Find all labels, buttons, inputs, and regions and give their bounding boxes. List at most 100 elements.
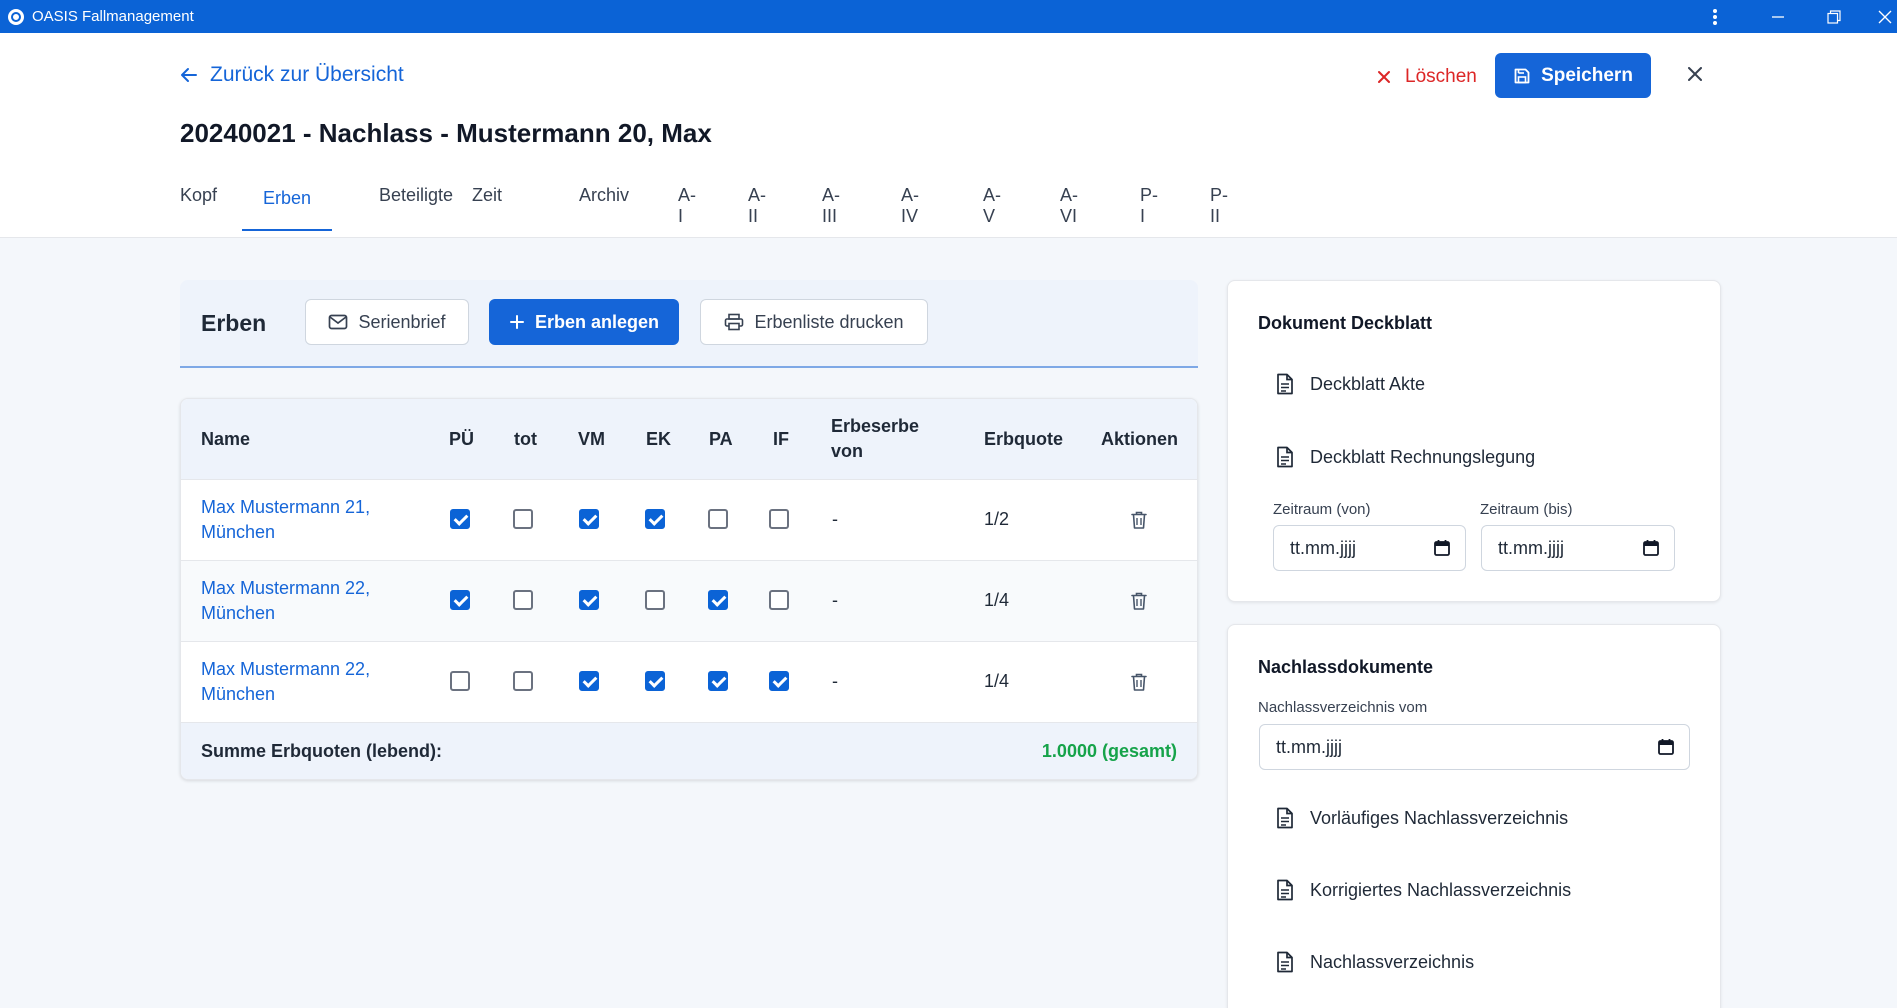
zeitraum-von-label: Zeitraum (von) <box>1273 501 1371 518</box>
zeitraum-bis-input[interactable]: tt.mm.jjjj <box>1481 525 1675 571</box>
heir-city: München <box>201 684 276 704</box>
tab-p-i[interactable]: P-I <box>1140 181 1158 231</box>
tab-p-ii[interactable]: P-II <box>1210 181 1228 231</box>
calendar-icon[interactable] <box>1642 539 1660 557</box>
column-header-erbeserbe: Erbeserbe <box>831 416 920 436</box>
add-erben-label: Erben anlegen <box>534 311 660 332</box>
calendar-icon[interactable] <box>1657 738 1675 756</box>
checkbox-if[interactable] <box>769 671 789 691</box>
close-icon <box>1378 71 1390 83</box>
mail-icon <box>329 314 348 330</box>
deckblatt-akte-label: Deckblatt Akte <box>1310 373 1426 394</box>
more-vertical-icon[interactable] <box>1685 0 1745 33</box>
heir-name-link[interactable]: Max Mustermann 22, München <box>201 576 401 626</box>
checkbox-pa[interactable] <box>708 509 728 529</box>
deckblatt-heading: Dokument Deckblatt <box>1258 313 1433 333</box>
checkbox-ek[interactable] <box>645 590 665 610</box>
save-button[interactable]: Speichern <box>1495 53 1651 98</box>
column-header-tot: tot <box>514 429 537 449</box>
tab-kopf[interactable]: Kopf <box>180 181 217 231</box>
print-erbenliste-label: Erbenliste drucken <box>754 311 904 332</box>
vorlaeufiges-nachlassverzeichnis-link[interactable]: Vorläufiges Nachlassverzeichnis <box>1276 807 1568 829</box>
column-header-pa: PA <box>709 429 733 449</box>
checkbox-if[interactable] <box>769 509 789 529</box>
checkbox-vm[interactable] <box>579 671 599 691</box>
save-button-label: Speichern <box>1541 64 1633 86</box>
nachlassverzeichnis-date-input[interactable]: tt.mm.jjjj <box>1259 724 1690 770</box>
korrigiertes-nachlassverzeichnis-link[interactable]: Korrigiertes Nachlassverzeichnis <box>1276 879 1571 901</box>
checkbox-tot[interactable] <box>513 671 533 691</box>
heir-name-link[interactable]: Max Mustermann 22, München <box>201 657 401 707</box>
calendar-icon[interactable] <box>1433 539 1451 557</box>
heir-name-link[interactable]: Max Mustermann 21, München <box>201 495 401 545</box>
tab-a-v[interactable]: A-V <box>983 181 1001 231</box>
heir-city: München <box>201 603 276 623</box>
checkbox-pu[interactable] <box>450 671 470 691</box>
checkbox-tot[interactable] <box>513 590 533 610</box>
tab-a-iv[interactable]: A-IV <box>901 181 919 231</box>
checkbox-pu[interactable] <box>450 590 470 610</box>
arrow-left-icon <box>181 68 197 82</box>
tab-a-iii[interactable]: A-III <box>822 181 840 231</box>
nachlassdokumente-card: Nachlassdokumente Nachlassverzeichnis vo… <box>1227 624 1721 1008</box>
minimize-icon[interactable] <box>1748 0 1808 33</box>
zeitraum-von-value: tt.mm.jjjj <box>1290 537 1356 558</box>
checkbox-tot[interactable] <box>513 509 533 529</box>
tab-a-vi[interactable]: A-VI <box>1060 181 1078 231</box>
checkbox-pu[interactable] <box>450 509 470 529</box>
zeitraum-von-input[interactable]: tt.mm.jjjj <box>1273 525 1466 571</box>
checkbox-if[interactable] <box>769 590 789 610</box>
erbquote-value: 1/4 <box>984 590 1010 610</box>
heir-name: Max Mustermann 22, <box>201 578 371 598</box>
table-header: Name PÜ tot VM EK PA IF Erbeserbe von Er… <box>181 399 1197 480</box>
deckblatt-rechnungslegung-link[interactable]: Deckblatt Rechnungslegung <box>1276 446 1535 468</box>
back-link[interactable]: Zurück zur Übersicht <box>180 63 404 87</box>
checkbox-ek[interactable] <box>645 671 665 691</box>
save-icon <box>1514 68 1530 83</box>
erbeserbe-value: - <box>832 590 838 610</box>
document-icon <box>1277 879 1293 901</box>
trash-icon[interactable] <box>1128 590 1150 612</box>
erben-table: Name PÜ tot VM EK PA IF Erbeserbe von Er… <box>180 398 1198 780</box>
tab-beteiligte[interactable]: Beteiligte <box>379 181 453 231</box>
erben-title: Erben <box>201 310 267 336</box>
vorlaeufiges-nachlassverzeichnis-label: Vorläufiges Nachlassverzeichnis <box>1310 807 1569 828</box>
nachlassverzeichnis-label: Nachlassverzeichnis <box>1310 951 1475 972</box>
document-icon <box>1277 446 1293 468</box>
column-header-ek: EK <box>646 429 672 449</box>
document-icon <box>1277 373 1293 395</box>
erbeserbe-value: - <box>832 509 838 529</box>
delete-button[interactable]: Löschen <box>1365 55 1489 99</box>
table-row: Max Mustermann 21, München - 1/2 <box>181 480 1197 561</box>
add-erben-button[interactable]: Erben anlegen <box>489 299 679 345</box>
close-icon[interactable] <box>1855 0 1897 33</box>
table-footer: Summe Erbquoten (lebend): 1.0000 (gesamt… <box>181 723 1197 779</box>
close-page-button[interactable] <box>1680 59 1710 89</box>
checkbox-pa[interactable] <box>708 590 728 610</box>
erbquote-value: 1/2 <box>984 509 1010 529</box>
zeitraum-bis-label: Zeitraum (bis) <box>1480 501 1573 518</box>
trash-icon[interactable] <box>1128 509 1150 531</box>
nachlassverzeichnis-link[interactable]: Nachlassverzeichnis <box>1276 951 1474 973</box>
tab-erben[interactable]: Erben <box>242 181 333 231</box>
heir-city: München <box>201 522 276 542</box>
column-header-name: Name <box>201 429 251 449</box>
serienbrief-button[interactable]: Serienbrief <box>305 299 469 345</box>
trash-icon[interactable] <box>1128 671 1150 693</box>
deckblatt-akte-link[interactable]: Deckblatt Akte <box>1276 373 1425 395</box>
serienbrief-label: Serienbrief <box>358 311 446 332</box>
print-erbenliste-button[interactable]: Erbenliste drucken <box>700 299 928 345</box>
checkbox-vm[interactable] <box>579 509 599 529</box>
checkbox-ek[interactable] <box>645 509 665 529</box>
checkbox-vm[interactable] <box>579 590 599 610</box>
tab-zeit[interactable]: Zeit <box>472 181 502 231</box>
checkbox-pa[interactable] <box>708 671 728 691</box>
column-header-if: IF <box>773 429 789 449</box>
tab-a-i[interactable]: A-I <box>678 181 696 231</box>
column-header-vm: VM <box>578 429 605 449</box>
deckblatt-rechnungslegung-label: Deckblatt Rechnungslegung <box>1310 446 1536 467</box>
tab-a-ii[interactable]: A-II <box>748 181 766 231</box>
sum-label: Summe Erbquoten (lebend): <box>201 741 443 761</box>
erben-toolbar: Erben Serienbrief Erben anlegen Erbenlis… <box>180 280 1198 368</box>
tab-archiv[interactable]: Archiv <box>579 181 629 231</box>
